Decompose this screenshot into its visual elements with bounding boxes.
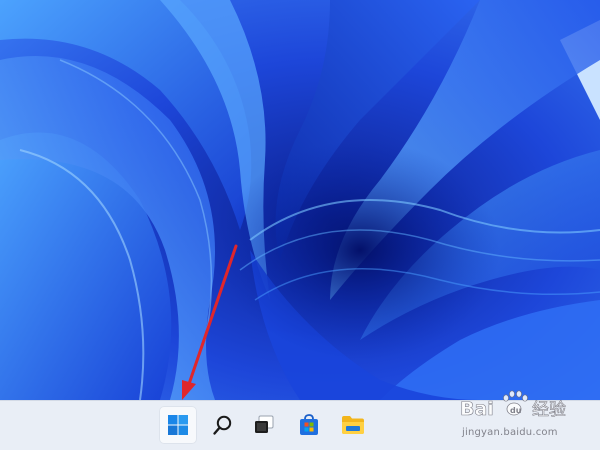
taskbar: [0, 400, 600, 450]
desktop-wallpaper: [0, 0, 600, 400]
search-icon: [212, 414, 234, 436]
folder-icon: [340, 413, 366, 437]
microsoft-store-button[interactable]: [290, 406, 328, 444]
search-button[interactable]: [204, 406, 242, 444]
windows-logo-icon: [167, 414, 189, 436]
task-view-icon: [252, 414, 276, 436]
desktop: Bai du 经验 jingyan.baidu.com: [0, 0, 600, 450]
file-explorer-button[interactable]: [334, 406, 372, 444]
task-view-button[interactable]: [245, 406, 283, 444]
start-button[interactable]: [159, 406, 197, 444]
watermark-url: jingyan.baidu.com: [462, 427, 558, 438]
microsoft-store-icon: [297, 413, 321, 437]
